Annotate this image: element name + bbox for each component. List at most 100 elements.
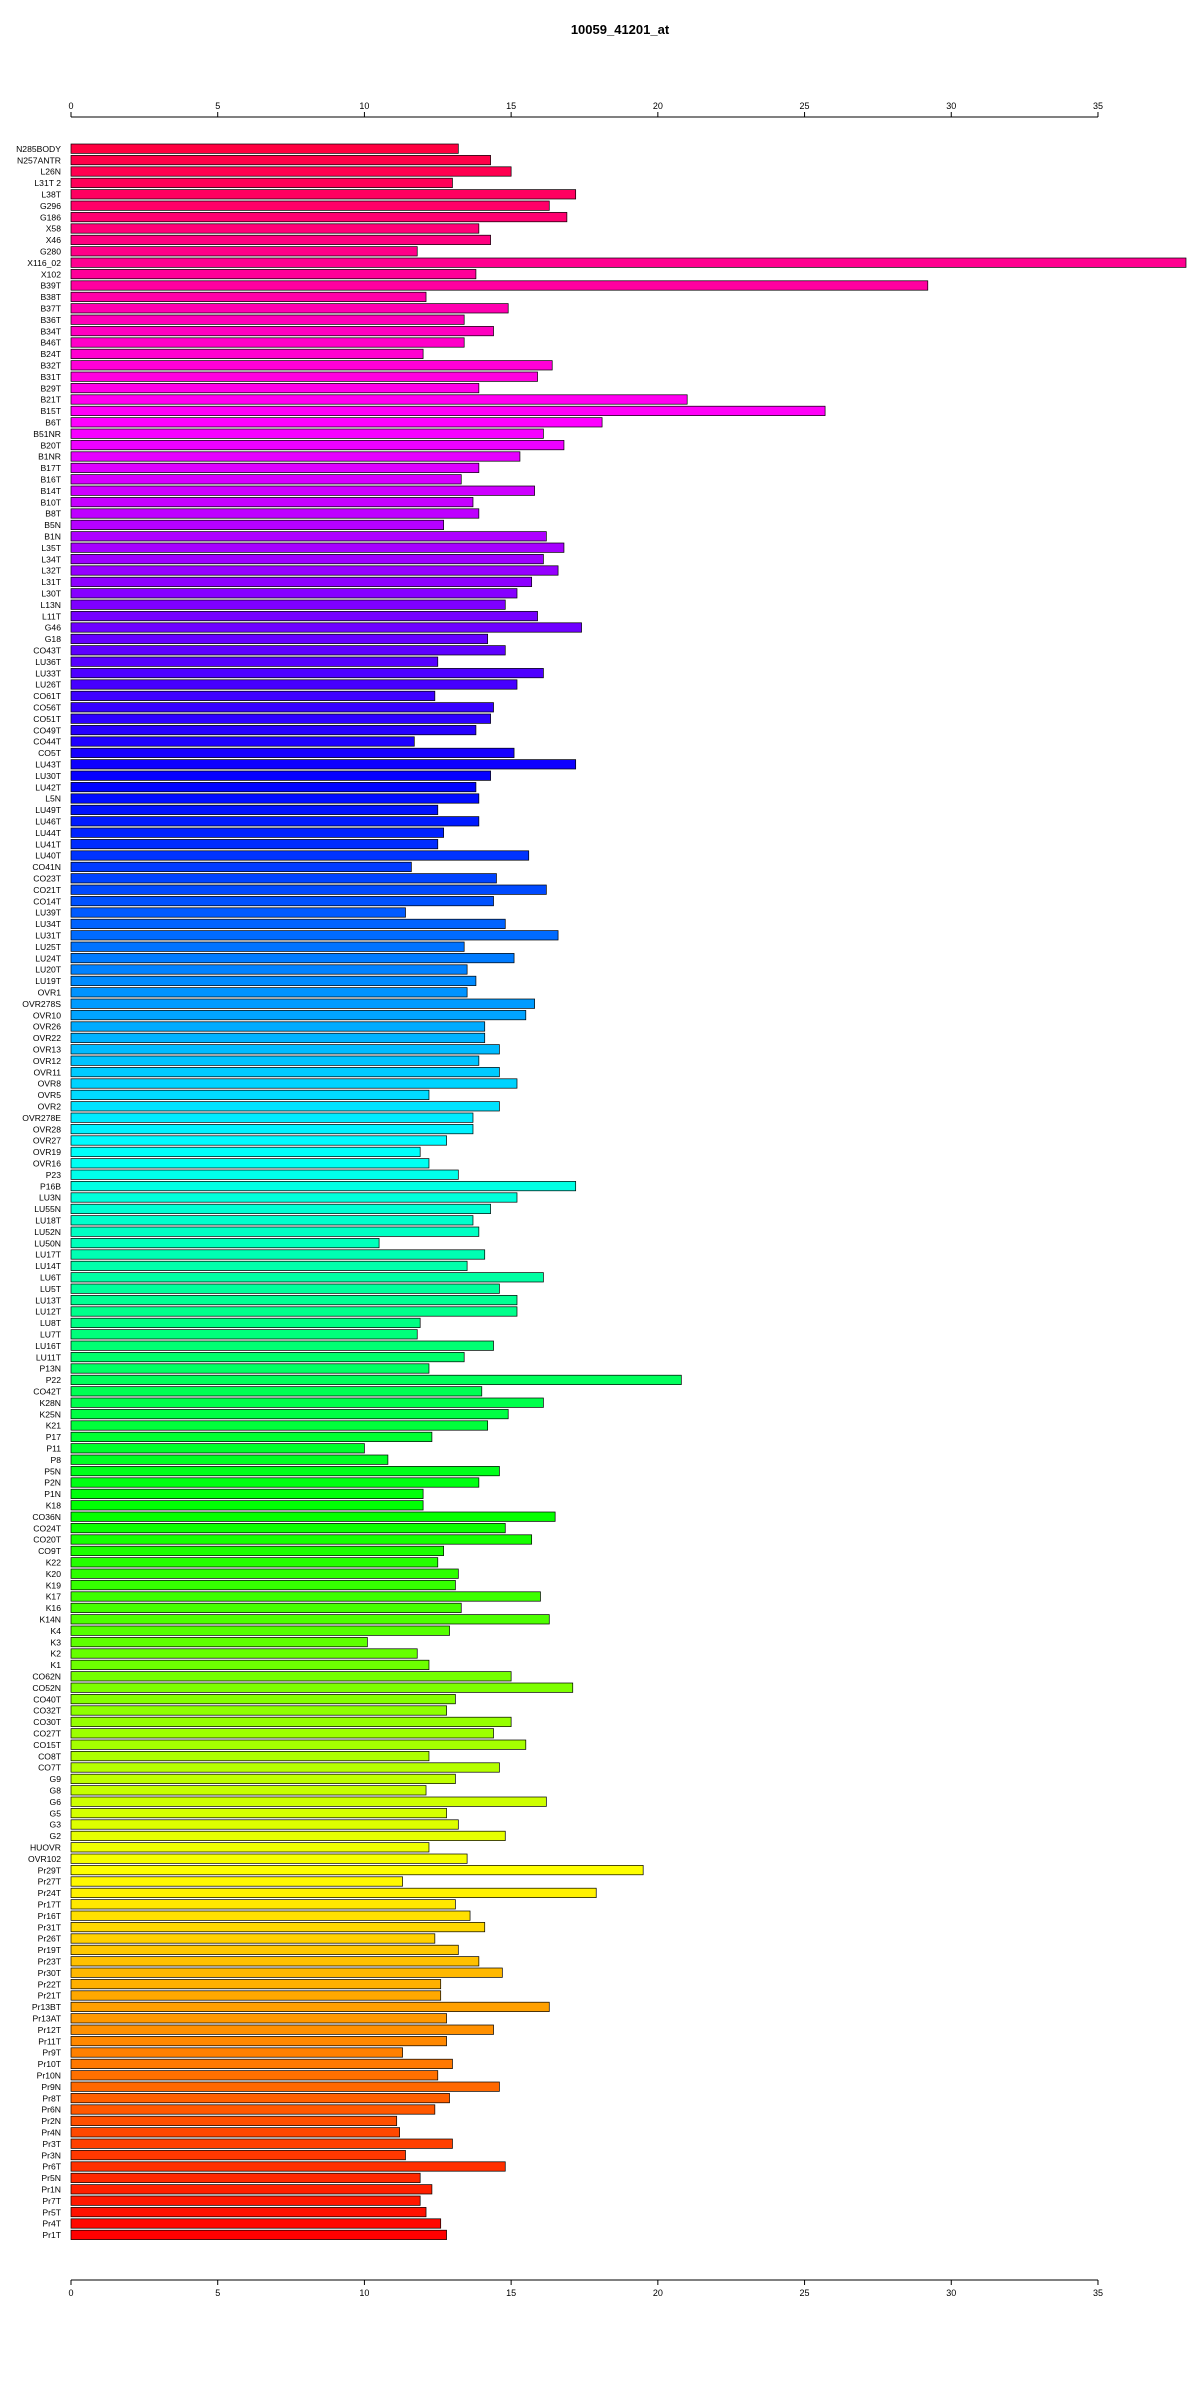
- bar: [70, 417, 603, 428]
- bar: [70, 519, 444, 530]
- bar: [70, 462, 480, 473]
- category-label: Pr30T: [38, 1968, 62, 1978]
- bar: [70, 622, 582, 633]
- category-label: B21T: [40, 395, 61, 405]
- category-label: CO24T: [33, 1523, 61, 1533]
- bar: [70, 1055, 480, 1066]
- category-label: LU33T: [35, 668, 62, 678]
- bar: [70, 953, 515, 964]
- bar: [70, 1146, 421, 1157]
- bar: [70, 839, 439, 850]
- bar: [70, 1682, 574, 1693]
- category-label: K1: [50, 1660, 61, 1670]
- bar: [70, 1135, 447, 1146]
- category-label: G5: [50, 1808, 62, 1818]
- category-label: Pr9T: [42, 2048, 61, 2058]
- bar: [70, 2138, 453, 2149]
- category-label: B29T: [40, 383, 61, 393]
- category-label: OVR22: [33, 1033, 61, 1043]
- category-label: B51NR: [33, 429, 61, 439]
- category-label: LU13T: [35, 1295, 62, 1305]
- category-label: B10T: [40, 497, 61, 507]
- bar: [70, 1363, 430, 1374]
- bar: [70, 1488, 424, 1499]
- top-axis-tick-label: 10: [359, 101, 369, 111]
- bar: [70, 782, 477, 793]
- bar: [70, 1659, 430, 1670]
- bar: [70, 177, 453, 188]
- bar: [70, 1773, 456, 1784]
- category-label: G6: [50, 1797, 62, 1807]
- bar: [70, 1420, 489, 1431]
- chart-title: 10059_41201_at: [571, 22, 670, 37]
- bar: [70, 1260, 468, 1271]
- bottom-axis-tick-label: 10: [359, 2288, 369, 2298]
- bar: [70, 1922, 486, 1933]
- category-label: LU18T: [35, 1216, 62, 1226]
- category-label: B32T: [40, 361, 61, 371]
- bottom-axis-tick-label: 5: [215, 2288, 220, 2298]
- bar: [70, 1762, 500, 1773]
- category-label: LU40T: [35, 851, 62, 861]
- category-label: K22: [46, 1558, 62, 1568]
- category-label: B5N: [44, 520, 61, 530]
- category-label: K3: [50, 1637, 61, 1647]
- category-label: LU12T: [35, 1307, 62, 1317]
- category-label: CO56T: [33, 703, 61, 713]
- bar: [70, 1944, 459, 1955]
- category-label: L11T: [42, 611, 62, 621]
- category-labels: N285BODYN257ANTR L26NL31T 2 L38TG296G186 X5…: [16, 144, 62, 2240]
- bar: [70, 1249, 486, 1260]
- bar: [70, 257, 1187, 268]
- bar: [70, 1215, 474, 1226]
- bar: [70, 2047, 403, 2058]
- category-label: P8: [50, 1455, 61, 1465]
- bar: [70, 189, 577, 200]
- bar: [70, 280, 929, 291]
- bar: [70, 531, 547, 542]
- category-label: Pr8T: [42, 2093, 61, 2103]
- bar: [70, 987, 468, 998]
- category-label: LU49T: [35, 805, 62, 815]
- bar: [70, 337, 465, 348]
- bar: [70, 804, 439, 815]
- bar: [70, 1796, 547, 1807]
- bar: [70, 1089, 430, 1100]
- top-axis-tick-label: 5: [215, 101, 220, 111]
- category-label: L13N: [40, 600, 61, 610]
- category-label: CO27T: [33, 1729, 61, 1739]
- category-label: LU7T: [40, 1330, 62, 1340]
- category-label: Pr3T: [42, 2139, 61, 2149]
- bottom-axis-tick-label: 25: [800, 2288, 810, 2298]
- category-label: Pr12T: [38, 2025, 62, 2035]
- category-label: B15T: [40, 406, 61, 416]
- category-label: K14N: [40, 1615, 62, 1625]
- bar: [70, 314, 465, 325]
- category-label: CO23T: [33, 874, 61, 884]
- bar: [70, 1967, 503, 1978]
- category-label: B17T: [40, 463, 61, 473]
- bar: [70, 1500, 424, 1511]
- bar: [70, 884, 547, 895]
- bar: [70, 326, 494, 337]
- bar: [70, 861, 412, 872]
- category-label: L30T: [41, 589, 61, 599]
- category-label: B38T: [40, 292, 61, 302]
- top-axis-tick-label: 0: [68, 101, 73, 111]
- bar: [70, 1272, 544, 1283]
- bar: [70, 1169, 459, 1180]
- category-label: CO14T: [33, 896, 61, 906]
- bar: [70, 200, 550, 211]
- category-label: Pr31T: [38, 1922, 62, 1932]
- top-axis-tick-label: 35: [1093, 101, 1103, 111]
- category-label: OVR2: [38, 1102, 62, 1112]
- bar: [70, 1819, 459, 1830]
- category-label: LU25T: [35, 942, 62, 952]
- category-label: Pr16T: [38, 1911, 62, 1921]
- bar: [70, 930, 559, 941]
- category-label: B36T: [40, 315, 61, 325]
- bar: [70, 1021, 486, 1032]
- bar: [70, 2058, 453, 2069]
- category-label: Pr24T: [38, 1888, 62, 1898]
- bar: [70, 212, 568, 223]
